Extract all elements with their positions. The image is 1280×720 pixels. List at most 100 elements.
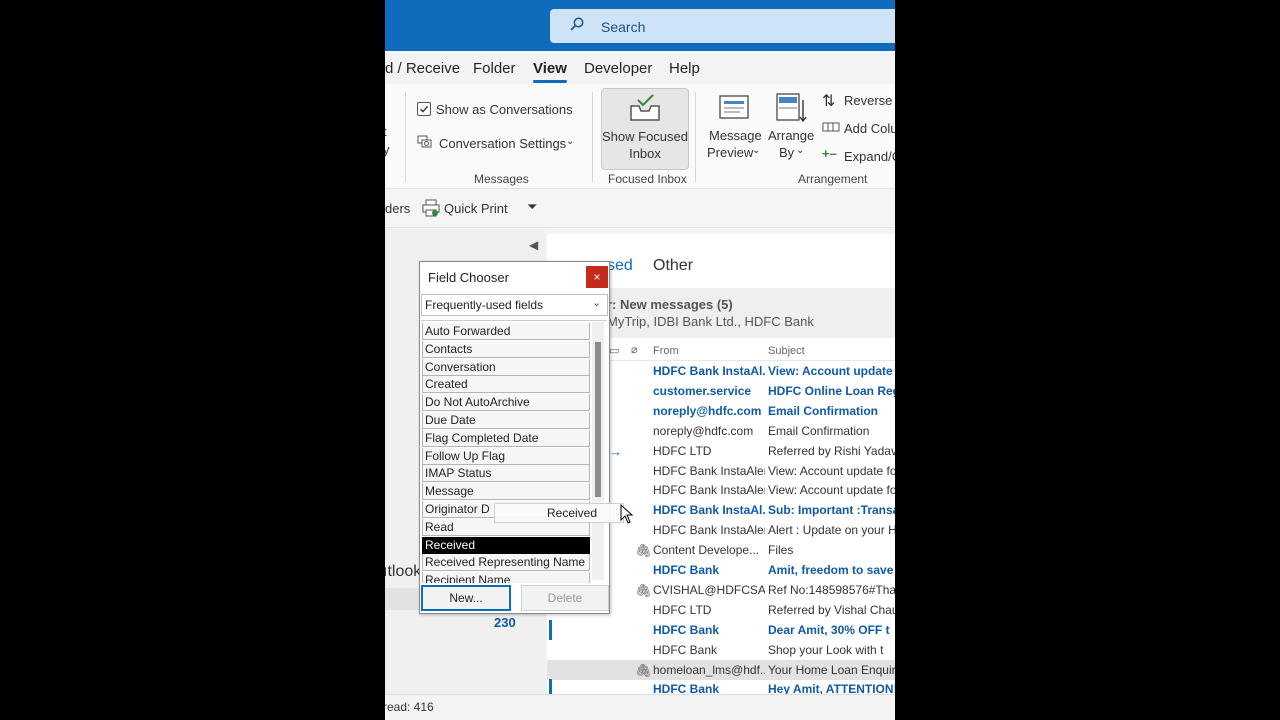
expand-collapse-label: Expand/C xyxy=(844,149,895,164)
tab-help[interactable]: Help xyxy=(669,60,700,77)
message-subject: HDFC Online Loan Regis xyxy=(768,383,895,398)
message-from: homeloan_lms@hdf... xyxy=(653,662,765,677)
message-from: HDFC Bank InstaAl... xyxy=(653,364,765,378)
chevron-down-icon: ⌄ xyxy=(796,145,805,156)
drag-ghost: Received xyxy=(494,503,624,523)
field-item[interactable]: Do Not AutoArchive xyxy=(422,394,590,412)
message-from: HDFC Bank InstaAlerts xyxy=(653,523,765,538)
arrange-by-icon xyxy=(776,93,807,123)
delete-field-button[interactable]: Delete xyxy=(521,585,609,611)
message-subject: Sub: Important :Transac xyxy=(768,503,895,518)
scrollbar-thumb[interactable] xyxy=(595,342,601,497)
message-from: HDFC LTD xyxy=(653,602,712,617)
arrange-by-label-2: By xyxy=(779,145,795,160)
column-subject[interactable]: Subject xyxy=(768,345,805,357)
field-item[interactable]: Contacts xyxy=(422,340,590,358)
status-text: read: 416 xyxy=(385,700,434,714)
reverse-sort-label: Reverse S xyxy=(844,93,895,108)
column-header-icon-doc[interactable]: ▭ xyxy=(609,344,619,357)
field-set-dropdown[interactable]: Frequently-used fields ⌄ xyxy=(421,294,608,316)
search-box[interactable]: Search xyxy=(550,9,895,43)
mouse-cursor-icon xyxy=(620,504,634,524)
folders-fragment[interactable]: ders xyxy=(385,201,410,216)
field-item[interactable]: Created xyxy=(422,376,590,394)
unread-indicator xyxy=(549,619,552,640)
show-focused-label-1: Show Focused xyxy=(602,129,688,144)
dropdown-value: Frequently-used fields xyxy=(425,298,544,312)
message-preview-label-1: Message xyxy=(709,128,762,143)
tab-other[interactable]: Other xyxy=(653,257,693,275)
message-from: HDFC Bank InstaAlerts xyxy=(653,463,765,478)
summary-title: r: New messages (5) xyxy=(607,297,733,312)
message-from: Content Develope... xyxy=(653,543,760,558)
message-subject: Email Confirmation xyxy=(768,423,870,438)
summary-senders: MyTrip, IDBI Bank Ltd., HDFC Bank xyxy=(607,314,814,329)
search-placeholder: Search xyxy=(601,19,646,35)
tab-developer[interactable]: Developer xyxy=(584,60,652,77)
field-item[interactable]: Follow Up Flag xyxy=(422,447,590,465)
message-from: HDFC Bank xyxy=(653,622,720,637)
field-item[interactable]: Conversation xyxy=(422,358,590,376)
tab-focused[interactable]: sed xyxy=(607,257,633,275)
message-row[interactable]: HDFC Bank Dear Amit, 30% OFF t xyxy=(547,619,895,640)
focused-inbox-icon xyxy=(630,94,660,121)
message-subject: Alert : Update on your HD xyxy=(768,523,895,538)
new-field-button[interactable]: New... xyxy=(421,585,511,611)
message-from: noreply@hdfc.com xyxy=(653,423,754,438)
field-item[interactable]: Auto Forwarded xyxy=(422,323,590,340)
message-from: customer.service xyxy=(653,383,752,398)
show-as-conversations-label: Show as Conversations xyxy=(436,102,573,117)
message-from: HDFC LTD xyxy=(653,443,712,458)
divider xyxy=(405,92,406,182)
add-columns-icon xyxy=(822,122,840,132)
chevron-down-icon: ⌄ xyxy=(592,297,602,309)
attachment-icon: 🖇 xyxy=(635,582,652,598)
tab-folder[interactable]: Folder xyxy=(473,60,516,77)
message-subject: View: Account update fo xyxy=(768,364,895,378)
tab-view[interactable]: View xyxy=(533,60,567,83)
ribbon: t y Show as Conversations Conversation S… xyxy=(385,84,895,189)
message-row[interactable]: 🖇 homeloan_lms@hdf... Your Home Loan Enqui… xyxy=(547,659,895,680)
group-label-focused-inbox: Focused Inbox xyxy=(608,172,687,186)
collapse-pane-icon[interactable]: ◀ xyxy=(529,238,538,252)
conversation-settings-label: Conversation Settings xyxy=(439,136,567,151)
ribbon-tabs: d / Receive Folder View Developer Help xyxy=(385,51,895,84)
field-chooser-dialog: Field Chooser × Frequently-used fields ⌄… xyxy=(419,261,610,614)
message-subject: View: Account update for y xyxy=(768,483,895,498)
close-icon[interactable]: × xyxy=(586,266,608,288)
reverse-sort-icon: ⇅ xyxy=(822,93,836,110)
search-icon xyxy=(570,17,584,31)
group-label-messages: Messages xyxy=(474,172,529,186)
field-item[interactable]: Received Representing Name xyxy=(422,554,590,572)
ribbon-fragment-1: t xyxy=(385,124,387,139)
column-from[interactable]: From xyxy=(653,345,679,357)
outlook-folder-fragment[interactable]: ıtlook xyxy=(385,563,421,581)
field-item[interactable]: Due Date xyxy=(422,412,590,429)
field-item[interactable]: Recipient Name xyxy=(422,572,590,583)
drag-ghost-label: Received xyxy=(547,506,598,520)
unread-count-badge: 230 xyxy=(494,615,516,630)
conversation-settings-icon xyxy=(417,135,432,148)
message-subject: Referred by Rishi Yadav,R xyxy=(768,443,895,458)
quick-print-label: Quick Print xyxy=(444,201,508,216)
divider xyxy=(695,92,696,182)
message-subject: Ref No:148598576#Thank xyxy=(768,582,895,597)
attachment-column-icon[interactable]: ⌀ xyxy=(631,343,638,356)
add-columns-label: Add Colu xyxy=(844,121,895,136)
chevron-down-icon: ⌄ xyxy=(752,145,761,156)
field-item[interactable]: Received xyxy=(422,536,590,554)
field-item[interactable]: Flag Completed Date xyxy=(422,429,590,447)
field-list-scrollbar[interactable] xyxy=(592,322,604,580)
printer-icon xyxy=(422,199,440,217)
customize-toolbar-icon[interactable]: ⏷ xyxy=(527,199,537,215)
quick-access-toolbar: ders Quick Print ⏷ xyxy=(385,189,895,228)
show-focused-inbox-button[interactable]: Show Focused Inbox xyxy=(601,88,689,170)
message-from: noreply@hdfc.com xyxy=(653,403,762,418)
field-list: Auto Forwarded Contacts Conversation Create… xyxy=(421,320,607,583)
divider xyxy=(592,92,593,182)
tab-send-receive[interactable]: d / Receive xyxy=(385,60,460,77)
field-item[interactable]: Message xyxy=(422,483,590,501)
message-row[interactable]: HDFC Bank Shop your Look with t xyxy=(547,640,895,660)
message-from: HDFC Bank InstaAl... xyxy=(653,503,765,518)
field-item[interactable]: IMAP Status xyxy=(422,465,590,483)
